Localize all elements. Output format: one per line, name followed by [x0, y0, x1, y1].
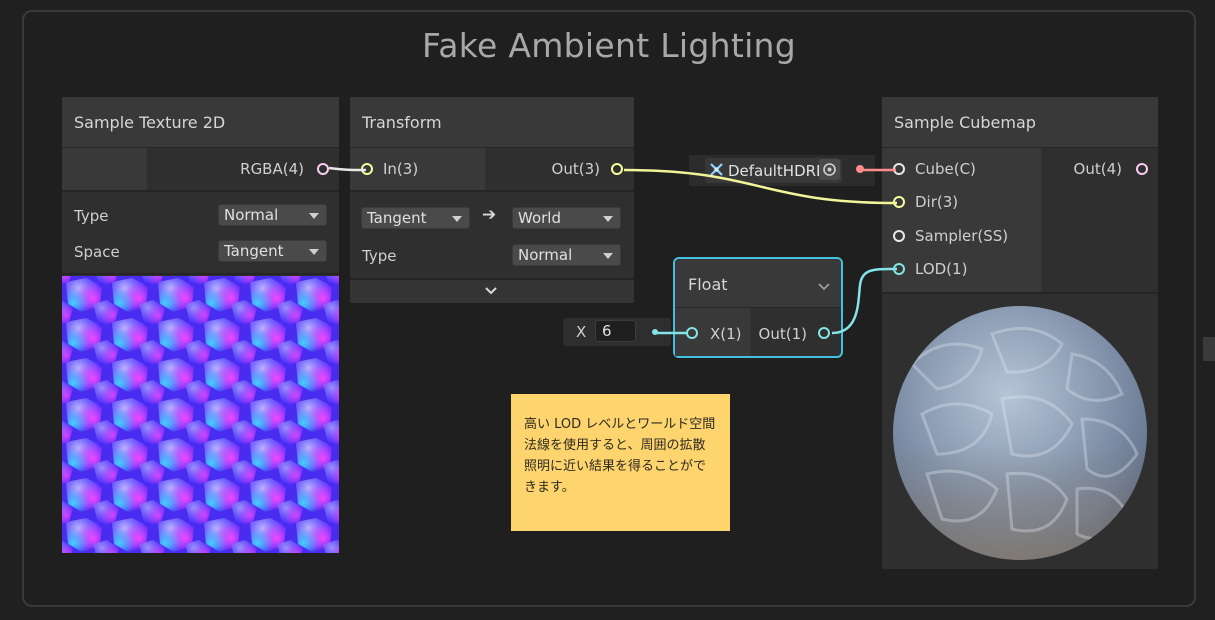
inline-input-x: X 6 [563, 318, 671, 346]
divider [350, 190, 634, 192]
port-label-out: Out(4) [1073, 160, 1122, 178]
node-title: Sample Texture 2D [74, 113, 226, 132]
node-sample-cubemap[interactable]: Sample Cubemap Cube(C) Dir(3) Sampler(SS… [882, 97, 1158, 569]
cubemap-sphere-preview [893, 306, 1147, 560]
object-picker-button[interactable] [819, 159, 840, 180]
node-header[interactable]: Transform [350, 97, 634, 147]
input-port-lod[interactable] [893, 263, 905, 275]
target-icon [823, 163, 836, 176]
x-value: 6 [602, 322, 612, 340]
output-port-hdri[interactable] [856, 165, 864, 173]
input-port-cube[interactable] [893, 163, 905, 175]
chevron-down-icon [603, 216, 613, 222]
chevron-down-icon [603, 253, 613, 259]
port-label-lod: LOD(1) [915, 260, 968, 278]
dropdown-value: Tangent [367, 209, 427, 227]
type-dropdown[interactable]: Normal [218, 204, 327, 226]
node-title: Sample Cubemap [894, 113, 1036, 132]
dropdown-value: Normal [518, 246, 573, 264]
node-sample-texture-2d[interactable]: Sample Texture 2D RGBA(4) Type Normal Sp… [62, 97, 339, 553]
node-transform[interactable]: Transform In(3) Out(3) Tangent ➔ World T… [350, 97, 634, 303]
input-column [62, 148, 147, 190]
port-label-cube: Cube(C) [915, 160, 976, 178]
port-label-sampler: Sampler(SS) [915, 227, 1009, 245]
port-label-out: Out(1) [758, 325, 807, 343]
chevron-down-icon [452, 216, 462, 222]
output-port-out[interactable] [611, 163, 623, 175]
input-port-sampler[interactable] [893, 230, 905, 242]
chevron-down-icon [309, 213, 319, 219]
group-title[interactable]: Fake Ambient Lighting [24, 26, 1194, 65]
field-label-type: Type [74, 207, 109, 225]
sticky-note-line: 法線を使用すると、周囲の拡散 [524, 438, 706, 453]
node-default-hdri[interactable]: DefaultHDRI [689, 155, 875, 186]
from-space-dropdown[interactable]: Tangent [361, 207, 470, 229]
collapse-toggle[interactable] [350, 280, 634, 303]
node-title: Transform [362, 113, 442, 132]
to-space-dropdown[interactable]: World [512, 207, 621, 229]
cubemap-icon [710, 163, 723, 176]
x-value-field[interactable]: 6 [595, 320, 636, 342]
property-label: DefaultHDRI [728, 162, 821, 180]
field-label-space: Space [74, 243, 120, 261]
field-label-type: Type [362, 247, 397, 265]
input-port-in[interactable] [361, 163, 373, 175]
port-label-in: In(3) [383, 160, 419, 178]
sticky-note[interactable]: 高い LOD レベルとワールド空間 法線を使用すると、周囲の拡散 照明に近い結果… [511, 394, 730, 531]
sticky-note-line: きます。 [524, 480, 575, 495]
sticky-note-line: 照明に近い結果を得ることがで [524, 459, 707, 474]
port-label-dir: Dir(3) [915, 193, 959, 211]
inline-input-label: X [576, 323, 587, 341]
chevron-down-icon [309, 249, 319, 255]
arrow-right-icon: ➔ [482, 205, 497, 225]
dropdown-value: Tangent [224, 242, 284, 260]
output-port-out[interactable] [818, 327, 830, 339]
node-float[interactable]: Float X(1) Out(1) [673, 257, 843, 358]
port-label-out: Out(3) [551, 160, 600, 178]
output-port-rgba[interactable] [317, 163, 329, 175]
output-port-out[interactable] [1136, 163, 1148, 175]
port-label-x: X(1) [710, 325, 742, 343]
connector-dot [652, 329, 658, 335]
node-header[interactable]: Float [675, 259, 841, 307]
input-port-dir[interactable] [893, 196, 905, 208]
node-title: Float [688, 275, 728, 294]
port-label-rgba: RGBA(4) [240, 160, 304, 178]
node-header[interactable]: Sample Texture 2D [62, 97, 339, 147]
dropdown-value: Normal [224, 206, 279, 224]
dropdown-value: World [518, 209, 561, 227]
input-port-x[interactable] [686, 327, 698, 339]
space-dropdown[interactable]: Tangent [218, 240, 327, 262]
type-dropdown[interactable]: Normal [512, 244, 621, 266]
normal-map-preview [62, 276, 339, 553]
divider [62, 273, 339, 275]
sticky-note-line: 高い LOD レベルとワールド空間 [524, 417, 716, 432]
chevron-down-icon [485, 287, 497, 295]
node-header[interactable]: Sample Cubemap [882, 97, 1158, 147]
divider [62, 190, 339, 192]
panel-resize-handle[interactable] [1203, 337, 1215, 361]
chevron-down-icon[interactable] [818, 283, 830, 291]
